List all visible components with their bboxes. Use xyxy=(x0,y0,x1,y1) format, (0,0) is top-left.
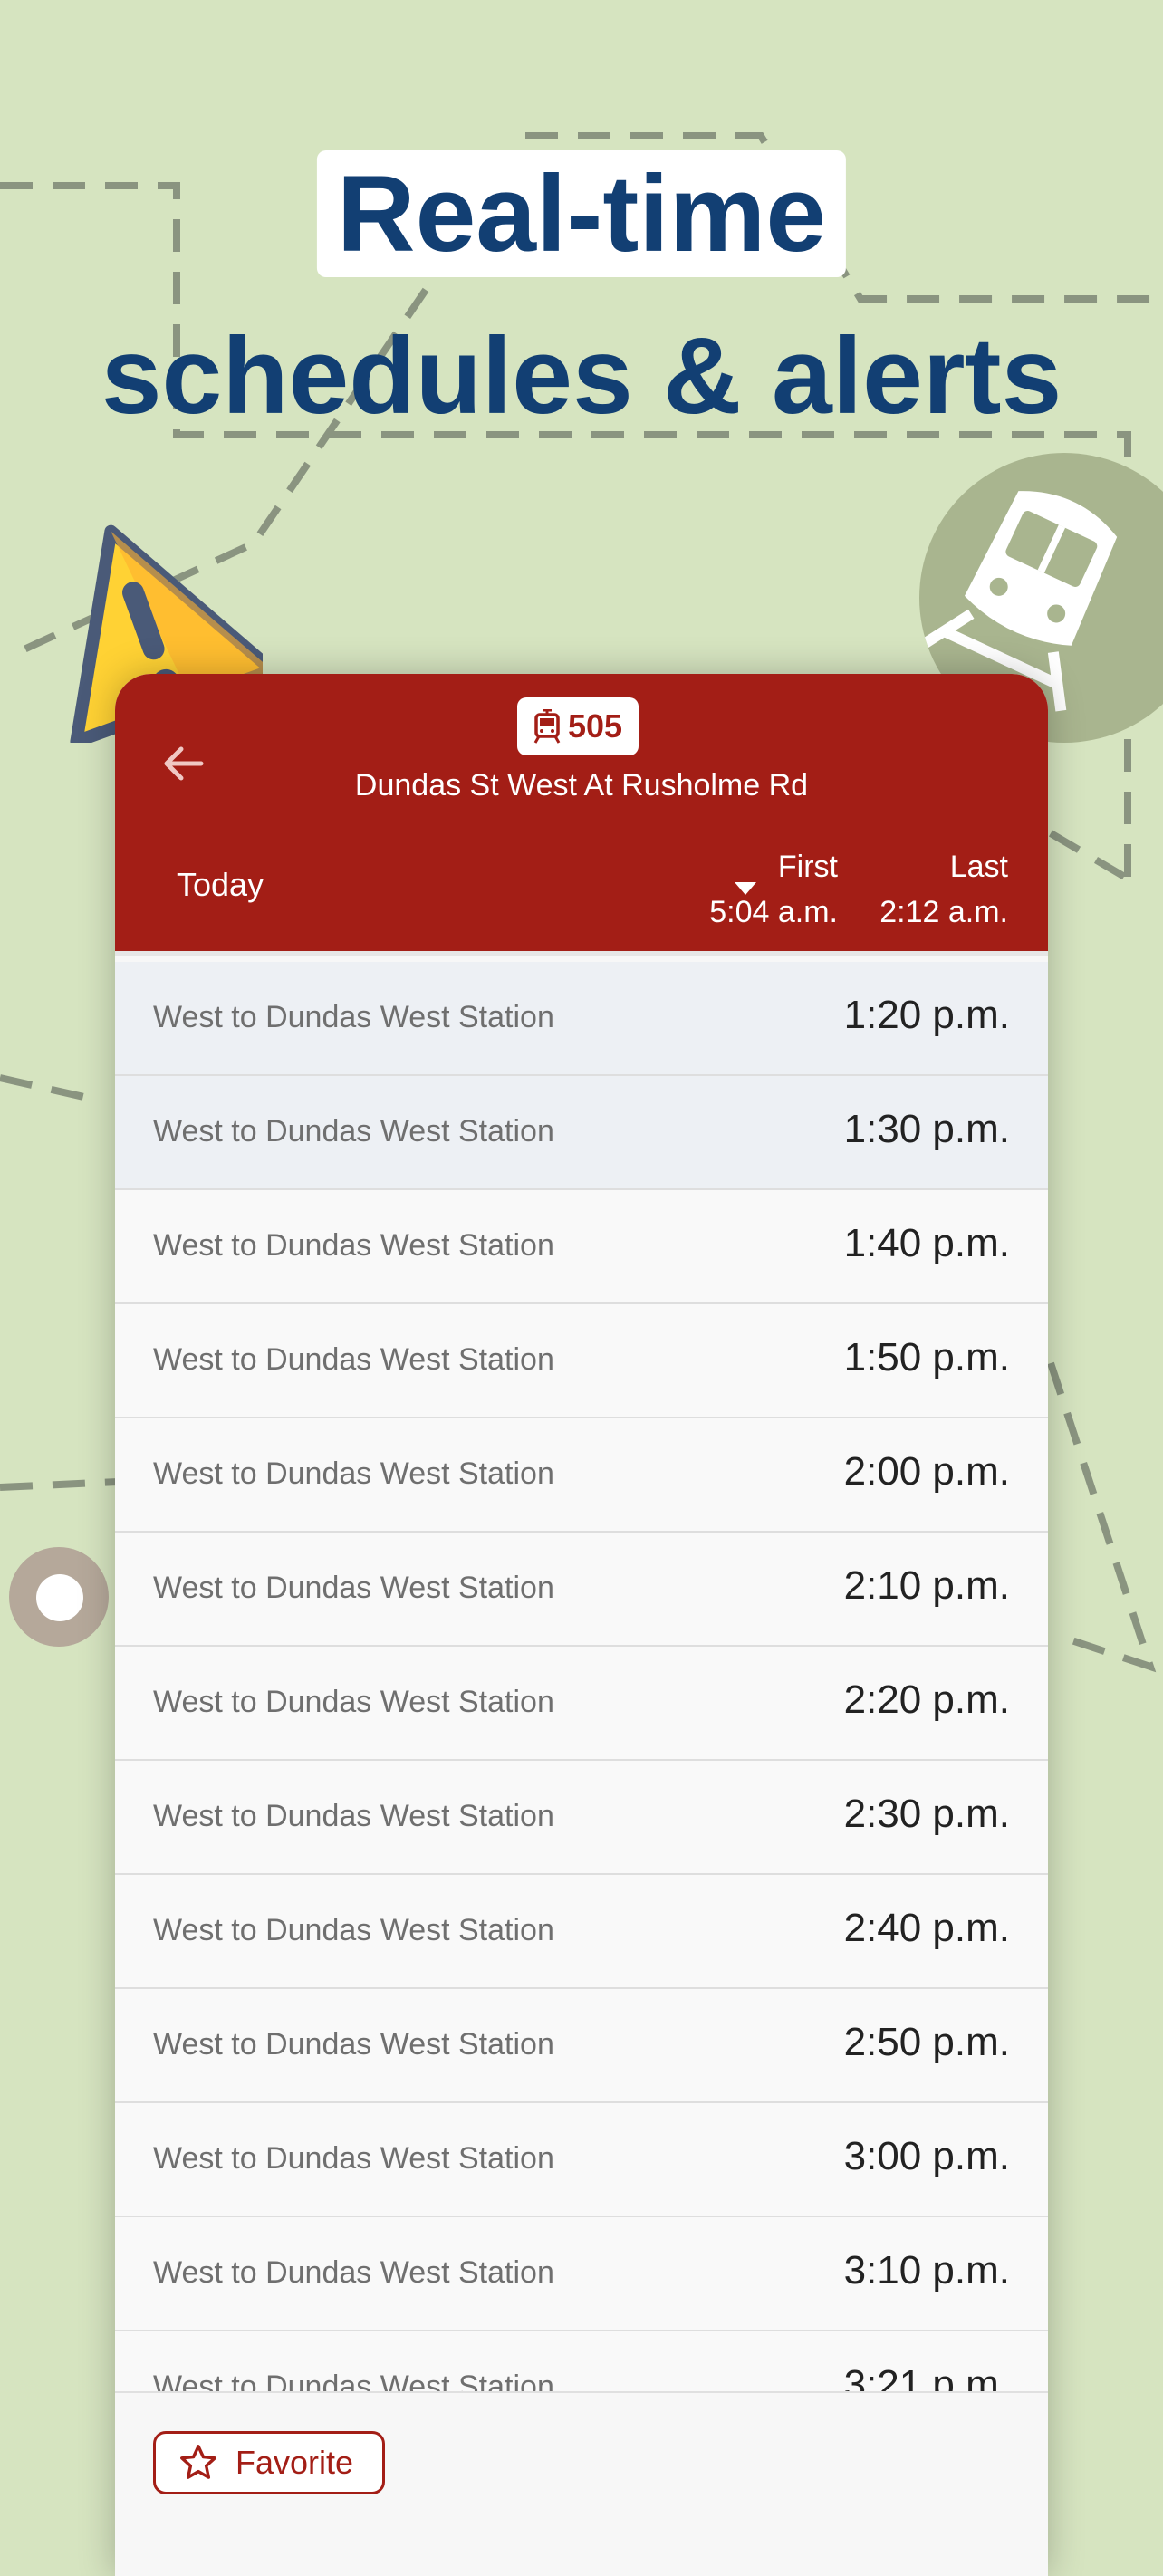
route-node-marker xyxy=(9,1547,109,1647)
star-outline-icon xyxy=(180,2445,216,2479)
departure-list: West to Dundas West Station 1:20 p.m. We… xyxy=(115,962,1048,2446)
departure-destination: West to Dundas West Station xyxy=(153,1571,554,1605)
departure-destination: West to Dundas West Station xyxy=(153,1000,554,1034)
favorite-label: Favorite xyxy=(235,2444,354,2481)
departure-destination: West to Dundas West Station xyxy=(153,1456,554,1491)
departure-destination: West to Dundas West Station xyxy=(153,1342,554,1377)
departure-time: 1:40 p.m. xyxy=(843,1221,1010,1265)
route-number: 505 xyxy=(567,707,623,745)
departure-row[interactable]: West to Dundas West Station 1:20 p.m. xyxy=(115,962,1048,1076)
departure-time: 2:00 p.m. xyxy=(843,1449,1010,1494)
departure-time: 2:50 p.m. xyxy=(843,2020,1010,2064)
headline-line-1: Real-time xyxy=(316,150,847,277)
first-time: 5:04 a.m. xyxy=(709,895,838,929)
departure-time: 2:10 p.m. xyxy=(843,1563,1010,1608)
departure-row[interactable]: West to Dundas West Station 2:00 p.m. xyxy=(115,1418,1048,1533)
departure-row[interactable]: West to Dundas West Station 2:40 p.m. xyxy=(115,1875,1048,1989)
favorite-button[interactable]: Favorite xyxy=(153,2431,385,2494)
departure-row[interactable]: West to Dundas West Station 3:00 p.m. xyxy=(115,2103,1048,2217)
headline-line-2: schedules & alerts xyxy=(101,315,1062,437)
last-label: Last xyxy=(949,850,1008,884)
departure-time: 3:10 p.m. xyxy=(843,2248,1010,2292)
departure-destination: West to Dundas West Station xyxy=(153,1685,554,1719)
departure-destination: West to Dundas West Station xyxy=(153,2255,554,2290)
departure-time: 2:20 p.m. xyxy=(843,1677,1010,1722)
day-dropdown-value: Today xyxy=(177,866,264,903)
departure-row[interactable]: West to Dundas West Station 1:40 p.m. xyxy=(115,1190,1048,1304)
last-time: 2:12 a.m. xyxy=(879,895,1008,929)
departure-row[interactable]: West to Dundas West Station 2:30 p.m. xyxy=(115,1761,1048,1875)
departure-time: 2:40 p.m. xyxy=(843,1906,1010,1950)
departure-destination: West to Dundas West Station xyxy=(153,1799,554,1833)
departure-row[interactable]: West to Dundas West Station 1:50 p.m. xyxy=(115,1304,1048,1418)
schedule-header: 505 Dundas St West At Rusholme Rd Today … xyxy=(115,674,1048,956)
last-departure: Last 2:12 a.m. xyxy=(879,844,1008,935)
departure-row[interactable]: West to Dundas West Station 1:30 p.m. xyxy=(115,1076,1048,1190)
route-badge: 505 xyxy=(517,697,639,755)
departure-destination: West to Dundas West Station xyxy=(153,1228,554,1263)
departure-time: 2:30 p.m. xyxy=(843,1792,1010,1836)
departure-destination: West to Dundas West Station xyxy=(153,2141,554,2176)
departure-time: 3:00 p.m. xyxy=(843,2134,1010,2178)
streetcar-icon xyxy=(533,709,561,744)
stop-name: Dundas St West At Rusholme Rd xyxy=(354,768,809,803)
departure-row[interactable]: West to Dundas West Station 2:20 p.m. xyxy=(115,1647,1048,1761)
departure-row[interactable]: West to Dundas West Station 2:10 p.m. xyxy=(115,1533,1048,1647)
departure-row[interactable]: West to Dundas West Station 2:50 p.m. xyxy=(115,1989,1048,2103)
schedule-card: 505 Dundas St West At Rusholme Rd Today … xyxy=(115,674,1048,2576)
departure-destination: West to Dundas West Station xyxy=(153,2027,554,2062)
departure-destination: West to Dundas West Station xyxy=(153,1913,554,1947)
departure-row[interactable]: West to Dundas West Station 3:10 p.m. xyxy=(115,2217,1048,2331)
header-divider xyxy=(115,951,1048,956)
schedule-footer: Favorite xyxy=(115,2391,1048,2576)
departure-time: 1:20 p.m. xyxy=(843,993,1010,1037)
first-label: First xyxy=(777,850,838,884)
departure-time: 1:30 p.m. xyxy=(843,1107,1010,1151)
departure-destination: West to Dundas West Station xyxy=(153,1114,554,1149)
first-departure: First 5:04 a.m. xyxy=(709,844,838,935)
departure-time: 1:50 p.m. xyxy=(843,1335,1010,1379)
day-dropdown[interactable]: Today xyxy=(177,860,765,915)
